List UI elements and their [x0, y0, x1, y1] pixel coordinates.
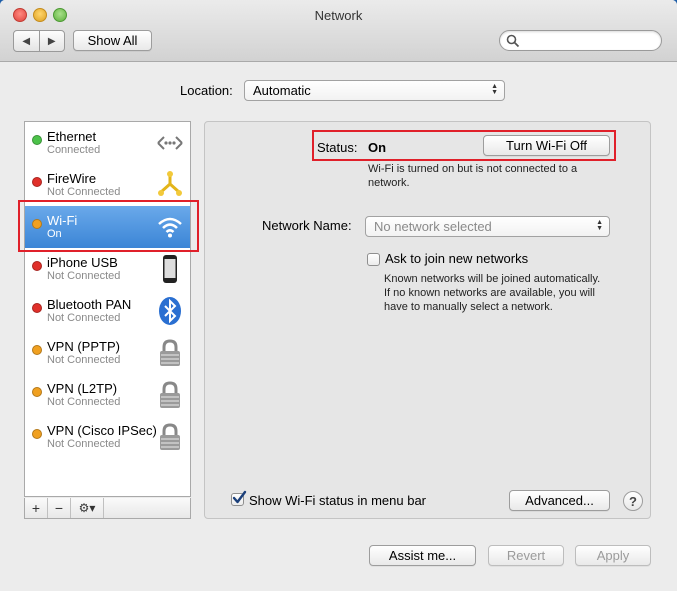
- revert-button[interactable]: Revert: [488, 545, 564, 566]
- location-popup[interactable]: Automatic ▲ ▼: [244, 80, 505, 101]
- ask-description-1: Known networks will be joined automatica…: [384, 273, 601, 285]
- network-name-popup[interactable]: No network selected ▲ ▼: [365, 216, 610, 237]
- wifi-detail-pane: [204, 121, 651, 519]
- network-window: Network ◀ ▶ Show All Location: Automatic…: [0, 0, 677, 591]
- service-name: VPN (Cisco IPSec): [47, 423, 157, 438]
- service-name: Bluetooth PAN: [47, 297, 132, 312]
- back-icon[interactable]: ◀: [14, 31, 39, 51]
- lock-icon: [155, 380, 185, 410]
- service-status: Not Connected: [47, 438, 121, 450]
- popup-arrows-icon: ▲ ▼: [491, 83, 498, 96]
- search-icon: [506, 34, 520, 48]
- service-status: Not Connected: [47, 396, 121, 408]
- location-value: Automatic: [253, 83, 311, 98]
- network-name-label: Network Name:: [262, 218, 352, 233]
- advanced-button[interactable]: Advanced...: [509, 490, 610, 511]
- service-list: Ethernet Connected FireWire Not Connected Wi…: [24, 121, 191, 497]
- bluetooth-icon: [155, 296, 185, 326]
- status-dot: [32, 303, 42, 313]
- iphone-icon: [155, 254, 185, 284]
- search-field[interactable]: [499, 30, 662, 51]
- ask-description-3: have to manually select a network.: [384, 301, 553, 313]
- service-status: Not Connected: [47, 186, 121, 198]
- service-status: Not Connected: [47, 354, 121, 366]
- service-name: VPN (L2TP): [47, 381, 118, 396]
- back-forward-control: ◀ ▶: [13, 30, 65, 52]
- add-service-button[interactable]: +: [25, 498, 48, 518]
- highlight-status-row: [312, 130, 616, 161]
- titlebar: Network ◀ ▶ Show All: [0, 0, 677, 62]
- checkmark-icon: [232, 490, 247, 504]
- remove-service-button[interactable]: −: [48, 498, 71, 518]
- assist-me-button[interactable]: Assist me...: [369, 545, 476, 566]
- status-description-1: Wi-Fi is turned on but is not connected …: [368, 163, 578, 175]
- status-dot: [32, 261, 42, 271]
- lock-icon: [155, 422, 185, 452]
- action-gear-icon[interactable]: ⚙▾: [71, 498, 104, 518]
- service-item[interactable]: VPN (L2TP) Not Connected: [25, 374, 190, 416]
- ask-to-join-checkbox[interactable]: [367, 253, 380, 266]
- help-icon[interactable]: ?: [623, 491, 643, 511]
- service-item[interactable]: Bluetooth PAN Not Connected: [25, 290, 190, 332]
- ask-to-join-label: Ask to join new networks: [385, 251, 529, 266]
- apply-button[interactable]: Apply: [575, 545, 651, 566]
- status-dot: [32, 387, 42, 397]
- service-item[interactable]: iPhone USB Not Connected: [25, 248, 190, 290]
- firewire-icon: [155, 170, 185, 200]
- status-dot: [32, 429, 42, 439]
- status-description-2: network.: [368, 177, 410, 189]
- service-name: Ethernet: [47, 129, 97, 144]
- service-status: Not Connected: [47, 312, 121, 324]
- service-item[interactable]: VPN (PPTP) Not Connected: [25, 332, 190, 374]
- popup-arrows-icon: ▲ ▼: [596, 219, 603, 232]
- service-name: FireWire: [47, 171, 97, 186]
- service-status: Connected: [47, 144, 101, 156]
- ask-description-2: If no known networks are available, you …: [384, 287, 595, 299]
- highlight-wifi-service: [18, 200, 199, 252]
- lock-icon: [155, 338, 185, 368]
- service-status: Not Connected: [47, 270, 121, 282]
- window-title: Network: [314, 8, 363, 23]
- location-label: Location:: [180, 83, 233, 98]
- service-name: VPN (PPTP): [47, 339, 120, 354]
- show-wifi-status-label: Show Wi-Fi status in menu bar: [249, 493, 427, 508]
- show-wifi-status-checkbox[interactable]: [231, 490, 247, 506]
- service-name: iPhone USB: [47, 255, 118, 270]
- forward-icon[interactable]: ▶: [38, 31, 65, 51]
- service-list-controls: + − ⚙▾: [24, 498, 191, 519]
- status-dot: [32, 177, 42, 187]
- ethernet-icon: [155, 128, 185, 158]
- service-item[interactable]: Ethernet Connected: [25, 122, 190, 164]
- service-item[interactable]: VPN (Cisco IPSec) Not Connected: [25, 416, 190, 458]
- status-dot: [32, 345, 42, 355]
- status-dot: [32, 135, 42, 145]
- network-name-value: No network selected: [374, 219, 492, 234]
- show-all-button[interactable]: Show All: [73, 30, 152, 51]
